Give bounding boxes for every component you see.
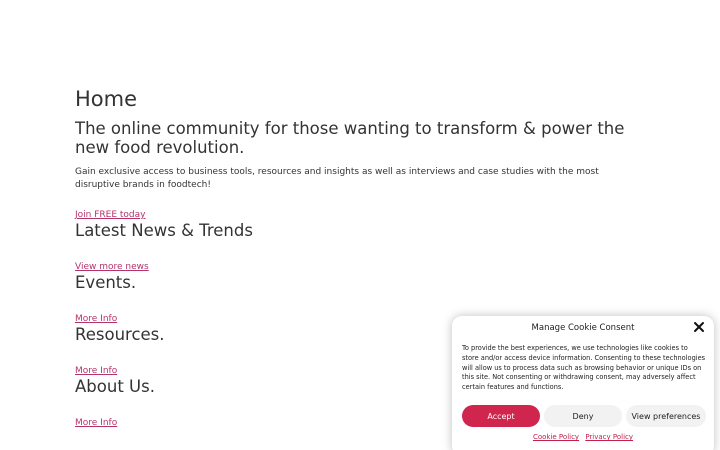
about-more-info-link[interactable]: More Info	[75, 418, 117, 429]
intro-text: Gain exclusive access to business tools,…	[75, 167, 599, 190]
join-free-link[interactable]: Join FREE today	[75, 210, 145, 221]
view-preferences-button[interactable]: View preferences	[626, 405, 706, 427]
events-more-info-link[interactable]: More Info	[75, 314, 117, 325]
resources-more-info-link[interactable]: More Info	[75, 366, 117, 377]
deny-button[interactable]: Deny	[544, 405, 622, 427]
accept-button[interactable]: Accept	[462, 405, 540, 427]
cookie-buttons: Accept Deny View preferences	[462, 405, 706, 427]
section-heading: Latest News & Trends	[75, 221, 253, 240]
page: Home The online community for those want…	[0, 0, 720, 450]
cookie-policy-link[interactable]: Cookie Policy	[533, 433, 579, 441]
cookie-title: Manage Cookie Consent	[531, 323, 635, 333]
privacy-policy-link[interactable]: Privacy Policy	[585, 433, 633, 441]
view-more-news-link[interactable]: View more news	[75, 262, 149, 273]
page-title: Home	[75, 87, 138, 111]
section-news: Latest News & Trends View more news	[75, 221, 635, 273]
close-icon[interactable]	[693, 321, 705, 333]
cookie-links: Cookie Policy Privacy Policy	[452, 433, 714, 441]
cookie-description: To provide the best experiences, we use …	[462, 344, 706, 392]
cookie-consent-banner: Manage Cookie Consent To provide the bes…	[452, 316, 714, 450]
section-heading: Events.	[75, 273, 137, 292]
tagline: The online community for those wanting t…	[75, 119, 625, 157]
